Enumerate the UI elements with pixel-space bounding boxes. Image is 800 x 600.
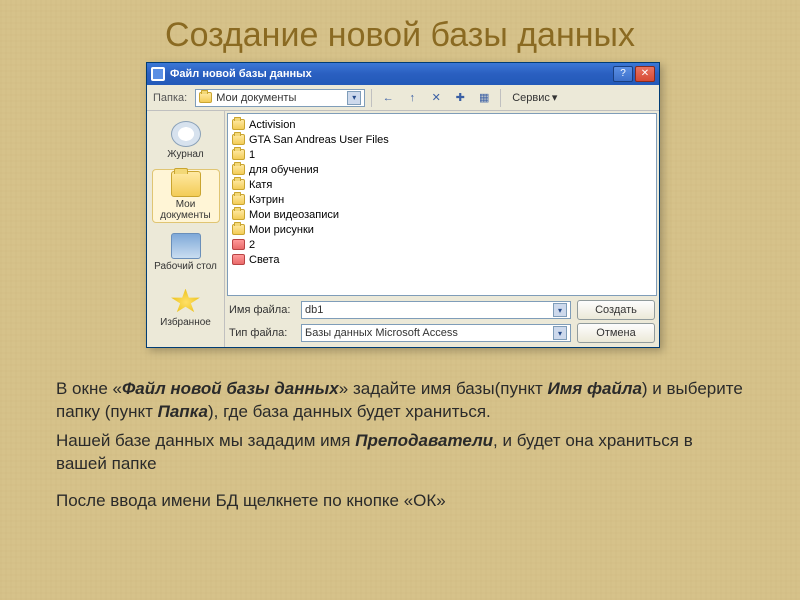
folder-icon [232, 179, 245, 190]
filename-input[interactable]: db1 ▾ [301, 301, 571, 319]
text-emph: Преподаватели [355, 431, 493, 450]
database-icon [232, 239, 245, 250]
folder-icon [232, 209, 245, 220]
list-item[interactable]: Света [232, 252, 652, 267]
folder-label: Папка: [153, 92, 187, 104]
list-item-name: GTA San Andreas User Files [249, 134, 389, 146]
help-button[interactable]: ? [613, 66, 633, 82]
place-label: Журнал [167, 149, 204, 160]
list-item[interactable]: Кэтрин [232, 192, 652, 207]
place-label: Рабочий стол [154, 261, 217, 272]
database-icon [232, 254, 245, 265]
folder-icon [171, 171, 201, 197]
filename-value: db1 [305, 304, 323, 316]
list-item-name: 1 [249, 149, 255, 161]
bottom-controls: Имя файла: db1 ▾ Создать Тип файла: Базы… [225, 298, 659, 347]
folder-icon [232, 224, 245, 235]
tools-label: Сервис [512, 92, 550, 104]
folder-icon [232, 149, 245, 160]
text-emph: Файл новой базы данных [122, 379, 339, 398]
list-item-name: 2 [249, 239, 255, 251]
tools-menu[interactable]: Сервис ▾ [507, 88, 562, 108]
place-clock[interactable]: Журнал [152, 113, 220, 167]
file-dialog: Файл новой базы данных ? ✕ Папка: Мои до… [146, 62, 660, 348]
list-item[interactable]: Катя [232, 177, 652, 192]
filetype-label: Тип файла: [229, 327, 295, 339]
views-button[interactable]: ▦ [474, 88, 494, 108]
list-item[interactable]: 1 [232, 147, 652, 162]
back-button[interactable]: ← [378, 88, 398, 108]
list-item-name: Света [249, 254, 279, 266]
filetype-value: Базы данных Microsoft Access [305, 327, 458, 339]
text: В окне « [56, 379, 122, 398]
up-one-level-button[interactable]: ↑ [402, 88, 422, 108]
clock-icon [171, 121, 201, 147]
place-label: Избранное [160, 317, 211, 328]
filetype-select[interactable]: Базы данных Microsoft Access ▾ [301, 324, 571, 342]
place-star[interactable]: Избранное [152, 281, 220, 335]
list-item[interactable]: 2 [232, 237, 652, 252]
cancel-button[interactable]: Отмена [577, 323, 655, 343]
separator [371, 89, 372, 107]
list-item-name: Мои видеозаписи [249, 209, 339, 221]
list-item-name: для обучения [249, 164, 319, 176]
create-button[interactable]: Создать [577, 300, 655, 320]
chevron-down-icon[interactable]: ▾ [347, 91, 361, 105]
folder-dropdown[interactable]: Мои документы ▾ [195, 89, 365, 107]
folder-icon [232, 194, 245, 205]
app-icon [151, 67, 165, 81]
place-label: Мои документы [153, 199, 219, 221]
slide-body-text: В окне «Файл новой базы данных» задайте … [56, 378, 746, 527]
text: ), где база данных будет храниться. [208, 402, 491, 421]
text: Нашей базе данных мы зададим имя [56, 431, 355, 450]
close-button[interactable]: ✕ [635, 66, 655, 82]
star-icon [171, 289, 201, 315]
chevron-down-icon[interactable]: ▾ [553, 326, 567, 340]
list-item[interactable]: GTA San Andreas User Files [232, 132, 652, 147]
chevron-down-icon: ▾ [552, 91, 558, 104]
text: » задайте имя базы(пункт [339, 379, 548, 398]
chevron-down-icon[interactable]: ▾ [553, 303, 567, 317]
list-item-name: Мои рисунки [249, 224, 314, 236]
folder-selected-text: Мои документы [216, 92, 296, 104]
list-item-name: Activision [249, 119, 295, 131]
place-desk[interactable]: Рабочий стол [152, 225, 220, 279]
filename-label: Имя файла: [229, 304, 295, 316]
place-folder[interactable]: Мои документы [152, 169, 220, 223]
folder-icon [199, 92, 212, 103]
slide-title: Создание новой базы данных [0, 0, 800, 61]
delete-button[interactable]: ✕ [426, 88, 446, 108]
desk-icon [171, 233, 201, 259]
main-pane: Activision GTA San Andreas User Files 1 для… [225, 111, 659, 347]
folder-icon [232, 134, 245, 145]
dialog-body: Журнал Мои документы Рабочий стол Избранное… [147, 111, 659, 347]
text-emph: Папка [158, 402, 208, 421]
titlebar[interactable]: Файл новой базы данных ? ✕ [147, 63, 659, 85]
new-folder-button[interactable]: ✚ [450, 88, 470, 108]
list-item[interactable]: Мои рисунки [232, 222, 652, 237]
list-item[interactable]: Мои видеозаписи [232, 207, 652, 222]
folder-icon [232, 164, 245, 175]
list-item-name: Кэтрин [249, 194, 284, 206]
places-bar: Журнал Мои документы Рабочий стол Избранное [147, 111, 225, 347]
separator [500, 89, 501, 107]
text-emph: Имя файла [547, 379, 641, 398]
list-item[interactable]: для обучения [232, 162, 652, 177]
list-item[interactable]: Activision [232, 117, 652, 132]
folder-icon [232, 119, 245, 130]
list-item-name: Катя [249, 179, 272, 191]
text: После ввода имени БД щелкнете по кнопке … [56, 490, 746, 513]
toolbar: Папка: Мои документы ▾ ← ↑ ✕ ✚ ▦ Сервис … [147, 85, 659, 111]
file-listing[interactable]: Activision GTA San Andreas User Files 1 для… [227, 113, 657, 296]
dialog-title: Файл новой базы данных [170, 68, 611, 80]
